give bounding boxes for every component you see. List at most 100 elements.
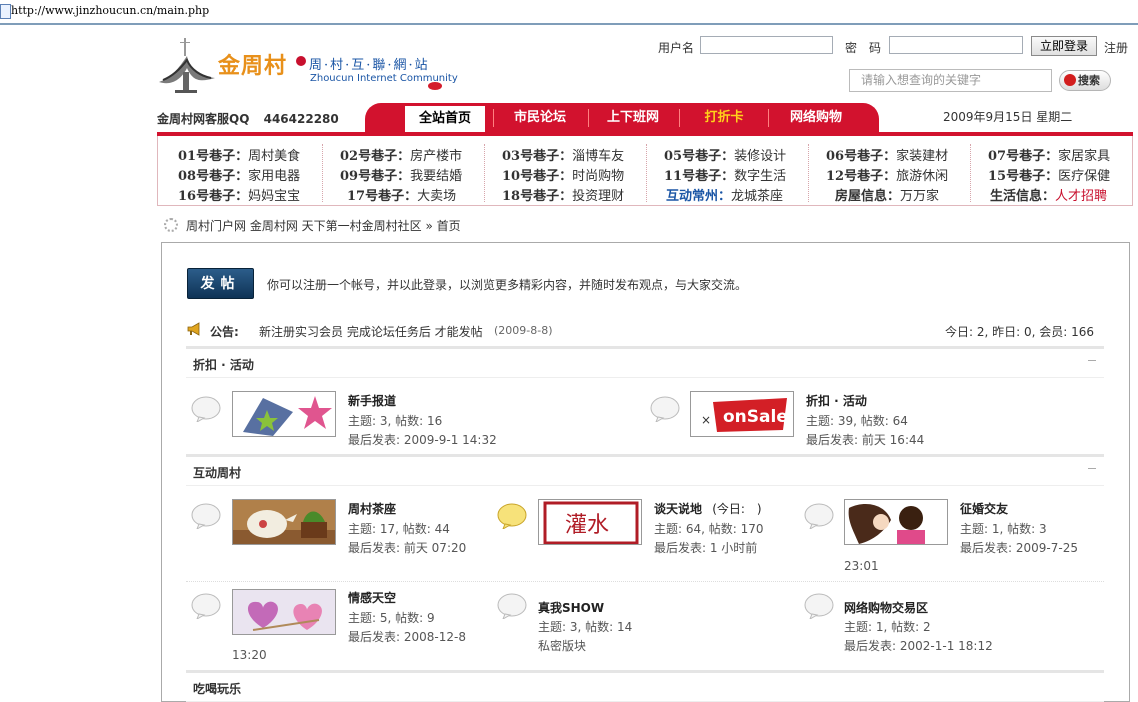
forum-new-posts-bubble-icon — [497, 503, 527, 529]
announcement-horn-icon — [187, 322, 200, 336]
lane-item[interactable]: 06号巷子：家装建材 — [826, 145, 948, 164]
forum-name[interactable]: 折扣 · 活动 — [806, 392, 867, 409]
teapot-image — [233, 500, 335, 544]
nav-commute[interactable]: 上下班网 — [595, 103, 671, 133]
lane-item[interactable]: 房屋信息：万万家 — [835, 185, 939, 204]
forum-last-post-wrap: 23:01 — [844, 559, 879, 573]
logo-dot — [296, 56, 306, 66]
forum-name[interactable]: 新手报道 — [348, 392, 396, 409]
lane-item[interactable]: 15号巷子：医疗保健 — [988, 165, 1110, 184]
lane-separator — [808, 144, 810, 202]
forum-thumbnail-chat[interactable]: 灌水 — [538, 499, 642, 545]
lane-item[interactable]: 互动常州：龙城茶座 — [666, 185, 783, 204]
lane-separator — [322, 144, 324, 202]
forum-today-count: (今日: ) — [712, 502, 762, 516]
password-input[interactable] — [889, 36, 1023, 54]
forum-status-bubble-icon — [650, 396, 680, 422]
lane-item[interactable]: 17号巷子：大卖场 — [347, 185, 456, 204]
nav-discount-card[interactable]: 打折卡 — [686, 103, 762, 133]
forum-status-bubble-icon — [191, 503, 221, 529]
current-date: 2009年9月15日 星期二 — [943, 110, 1073, 124]
forum-last-post: 最后发表: 2009-9-1 14:32 — [348, 433, 497, 447]
password-label: 密 码 — [845, 41, 882, 55]
forum-topics: 主题: 3, 帖数: 16 — [348, 414, 443, 428]
lane-item[interactable]: 18号巷子：投资理财 — [502, 185, 624, 204]
lane-item[interactable]: 11号巷子：数字生活 — [664, 165, 786, 184]
new-post-button[interactable]: 发帖 — [187, 268, 254, 299]
lane-separator — [646, 144, 648, 202]
forum-thumbnail-teahouse[interactable] — [232, 499, 336, 545]
forum-name[interactable]: 真我SHOW — [538, 599, 604, 616]
forum-thumbnail-emotion[interactable] — [232, 589, 336, 635]
nav-forum[interactable]: 市民论坛 — [500, 103, 580, 133]
section-header[interactable]: 折扣 · 活动 — [186, 346, 1104, 378]
lane-separator — [484, 144, 486, 202]
forum-topics: 主题: 5, 帖数: 9 — [348, 611, 435, 625]
forum-status-bubble-icon — [497, 593, 527, 619]
section-header[interactable]: 互动周村 — [186, 454, 1104, 486]
forum-thumbnail-sale[interactable]: onSale × — [690, 391, 794, 437]
lane-item[interactable]: 03号巷子：淄博车友 — [502, 145, 624, 164]
forum-thumbnail-dating[interactable] — [844, 499, 948, 545]
sale-text: onSale — [723, 407, 788, 427]
breadcrumb: 周村门户网 金周村网 天下第一村金周村社区 » 首页 — [164, 217, 461, 234]
nav-home[interactable]: 全站首页 — [405, 106, 485, 132]
forum-name[interactable]: 情感天空 — [348, 589, 396, 606]
announcement-text[interactable]: 新注册实习会员 完成论坛任务后 才能发帖 — [259, 323, 483, 340]
username-input[interactable] — [700, 36, 833, 54]
lane-item[interactable]: 09号巷子：我要结婚 — [340, 165, 462, 184]
forum-topics: 主题: 39, 帖数: 64 — [806, 414, 908, 428]
svg-text:×: × — [701, 413, 711, 427]
section-title: 吃喝玩乐 — [193, 682, 242, 696]
lane-item[interactable]: 10号巷子：时尚购物 — [502, 165, 624, 184]
lane-item[interactable]: 生活信息：人才招聘 — [990, 185, 1107, 204]
onsale-image: onSale × — [691, 392, 793, 436]
lane-item[interactable]: 12号巷子：旅游休闲 — [826, 165, 948, 184]
forum-name[interactable]: 网络购物交易区 — [844, 599, 928, 616]
water-stamp-image: 灌水 — [539, 500, 641, 544]
forum-name[interactable]: 谈天说地 (今日: ) — [654, 500, 762, 517]
lane-item[interactable]: 02号巷子：房产楼市 — [340, 145, 462, 164]
logo-swoosh-icon — [428, 82, 442, 90]
logo-sculpture-icon — [159, 38, 215, 93]
collapse-icon[interactable] — [1088, 468, 1096, 469]
lane-item[interactable]: 05号巷子：装修设计 — [664, 145, 786, 164]
forum-name[interactable]: 周村茶座 — [348, 500, 396, 517]
section-title: 折扣 · 活动 — [193, 358, 254, 372]
logo-name: 金周村 — [218, 53, 288, 79]
couple-image — [845, 500, 947, 544]
search-button[interactable]: 搜索 — [1059, 70, 1111, 91]
forum-topics: 主题: 1, 帖数: 2 — [844, 620, 931, 634]
forum-last-post: 最后发表: 2008-12-8 — [348, 630, 466, 644]
lane-item[interactable]: 01号巷子：周村美食 — [178, 145, 300, 164]
nav-shopping[interactable]: 网络购物 — [775, 103, 857, 133]
section-header[interactable]: 吃喝玩乐 — [186, 670, 1104, 702]
forum-status-bubble-icon — [804, 593, 834, 619]
forum-name[interactable]: 征婚交友 — [960, 500, 1008, 517]
announcement-date: (2009-8-8) — [494, 324, 553, 337]
breadcrumb-path[interactable]: 周村门户网 金周村网 天下第一村金周村社区 — [186, 219, 422, 233]
address-bar[interactable]: http://www.jinzhoucun.cn/main.php — [0, 0, 1138, 25]
lane-item[interactable]: 07号巷子：家居家具 — [988, 145, 1110, 164]
collapse-icon[interactable] — [1088, 360, 1096, 361]
search-button-label: 搜索 — [1078, 74, 1100, 87]
nav-separator — [493, 109, 494, 127]
register-link[interactable]: 注册 — [1104, 39, 1128, 56]
login-button[interactable]: 立即登录 — [1031, 36, 1097, 56]
forum-status-bubble-icon — [191, 396, 221, 422]
nav-separator — [588, 109, 589, 127]
forum-topics: 主题: 3, 帖数: 14 — [538, 620, 633, 634]
lane-item[interactable]: 08号巷子：家用电器 — [178, 165, 300, 184]
lane-item[interactable]: 16号巷子：妈妈宝宝 — [178, 185, 300, 204]
forum-last-post-wrap: 13:20 — [232, 648, 267, 662]
forum-last-post: 最后发表: 2002-1-1 18:12 — [844, 639, 993, 653]
section-title: 互动周村 — [193, 466, 242, 480]
address-url[interactable]: http://www.jinzhoucun.cn/main.php — [11, 4, 209, 17]
forum-last-post: 最后发表: 2009-7-25 — [960, 541, 1078, 555]
forum-thumbnail-newbie[interactable] — [232, 391, 336, 437]
breadcrumb-current: » 首页 — [425, 219, 461, 233]
search-input[interactable]: 请输入想查询的关键字 — [849, 69, 1052, 92]
service-label: 金周村网客服QQ — [157, 112, 250, 126]
lane-directory — [157, 136, 1133, 206]
page-icon — [0, 4, 11, 19]
